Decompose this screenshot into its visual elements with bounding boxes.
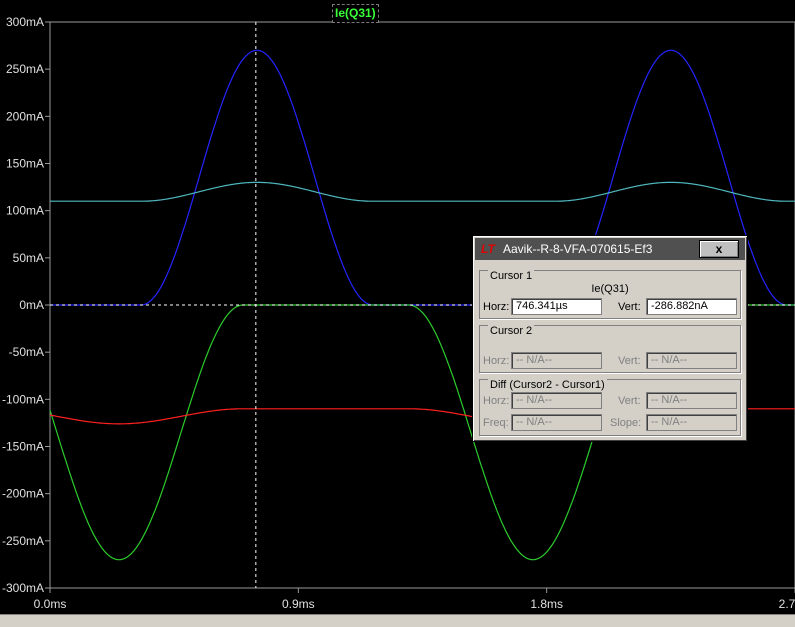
y-tick-label: 0mA (19, 298, 44, 312)
y-tick-label: 300mA (6, 15, 44, 29)
diff-group: Diff (Cursor2 - Cursor1) Horz: -- N/A-- … (479, 379, 741, 436)
y-tick-label: -250mA (2, 534, 44, 548)
cursor1-trace-name: Ie(Q31) (591, 283, 629, 295)
y-tick-label: 100mA (6, 204, 44, 218)
cursor1-horz-label: Horz: (483, 301, 510, 313)
cursor1-group: Cursor 1 Ie(Q31) Horz: 746.341µs Vert: -… (479, 270, 741, 319)
y-tick-label: 250mA (6, 62, 44, 76)
cursor2-vert-field: -- N/A-- (646, 352, 737, 369)
dialog-title: Aavik--R-8-VFA-070615-Ef3 (503, 242, 653, 256)
y-tick-label: -50mA (9, 345, 44, 359)
cursor1-vert-field[interactable]: -286.882nA (646, 298, 737, 315)
cursor1-label: Cursor 1 (488, 270, 535, 282)
diff-horz-label: Horz: (483, 395, 510, 407)
y-tick-label: 200mA (6, 109, 44, 123)
diff-vert-field: -- N/A-- (646, 392, 737, 409)
cursor2-group: Cursor 2 Horz: -- N/A-- Vert: -- N/A-- (479, 325, 741, 373)
y-tick-label: -200mA (2, 487, 44, 501)
trace-line-3 (50, 181, 795, 202)
x-tick-label: 1.8ms (530, 597, 563, 611)
y-tick-label: -150mA (2, 440, 44, 454)
y-tick-label: 50mA (13, 251, 44, 265)
y-tick-label: 150mA (6, 157, 44, 171)
cursor2-horz-field: -- N/A-- (511, 352, 602, 369)
diff-horz-field: -- N/A-- (511, 392, 602, 409)
cursor1-horz-field[interactable]: 746.341µs (511, 298, 602, 315)
window-bottom-edge (0, 614, 795, 627)
cursor1-vert-label: Vert: (618, 301, 641, 313)
diff-freq-field: -- N/A-- (511, 414, 602, 431)
diff-freq-label: Freq: (483, 417, 509, 429)
x-tick-label: 0.9ms (282, 597, 315, 611)
diff-slope-field: -- N/A-- (646, 414, 737, 431)
diff-slope-label: Slope: (610, 417, 642, 429)
y-tick-label: -100mA (2, 392, 44, 406)
y-tick-label: -300mA (2, 581, 44, 595)
cursor2-horz-label: Horz: (483, 355, 510, 367)
dialog-titlebar[interactable]: LT Aavik--R-8-VFA-070615-Ef3 x (475, 238, 745, 260)
ltspice-logo-icon: LT (481, 242, 495, 256)
cursor-dialog: LT Aavik--R-8-VFA-070615-Ef3 x Cursor 1 … (472, 235, 748, 442)
diff-label: Diff (Cursor2 - Cursor1) (488, 379, 607, 391)
x-tick-label: 0.0ms (34, 597, 67, 611)
trace-label-ie-q31[interactable]: Ie(Q31) (332, 4, 379, 23)
cursor2-label: Cursor 2 (488, 325, 535, 337)
diff-vert-label: Vert: (618, 395, 641, 407)
close-button[interactable]: x (699, 240, 739, 258)
cursor2-vert-label: Vert: (618, 355, 641, 367)
x-tick-label: 2.7ms (779, 597, 795, 611)
